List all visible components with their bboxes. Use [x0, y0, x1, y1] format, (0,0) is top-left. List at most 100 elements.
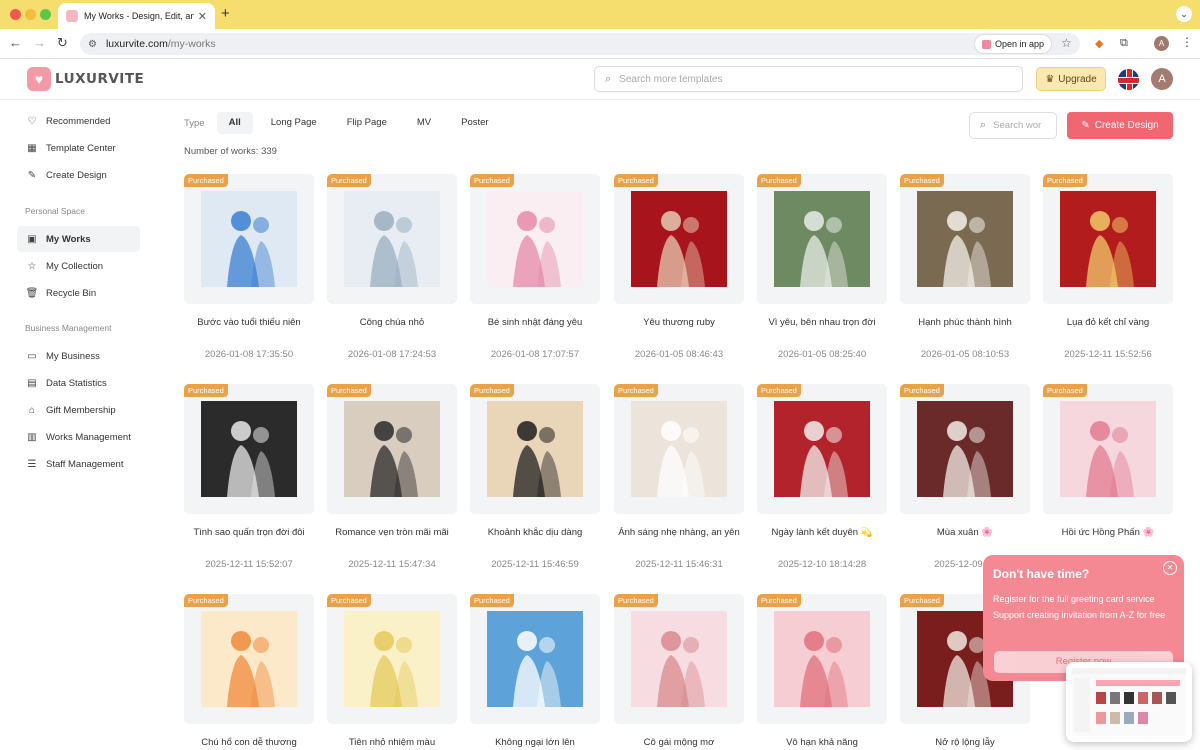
browser-tab-active[interactable]: My Works - Design, Edit, and ✕	[58, 3, 215, 29]
sidebar-item-my-collection[interactable]: ☆ My Collection	[17, 253, 140, 279]
sidebar-item-works-management[interactable]: ▥ Works Management	[17, 424, 140, 450]
work-thumbnail-frame[interactable]: Purchased	[327, 594, 457, 724]
work-thumbnail-frame[interactable]: Purchased	[184, 384, 314, 514]
work-title[interactable]: Công chúa nhỏ	[319, 317, 465, 328]
work-title[interactable]: Hạnh phúc thành hình	[892, 317, 1038, 328]
type-tab-flip-page[interactable]: Flip Page	[335, 112, 399, 134]
work-thumbnail-frame[interactable]: Purchased	[1043, 174, 1173, 304]
reload-icon[interactable]: ↻	[57, 35, 68, 51]
work-thumbnail-frame[interactable]: Purchased	[900, 384, 1030, 514]
sidebar-item-template-center[interactable]: ▦ Template Center	[17, 135, 140, 161]
close-window-button[interactable]	[10, 9, 21, 20]
work-thumbnail-frame[interactable]: Purchased	[327, 384, 457, 514]
template-search-input[interactable]: ⌕ Search more templates	[594, 66, 1023, 92]
work-thumbnail-frame[interactable]: Purchased	[614, 594, 744, 724]
type-tab-long-page[interactable]: Long Page	[259, 112, 329, 134]
work-card[interactable]: Purchased Hạnh phúc thành hình 2026-01-05 …	[900, 174, 1030, 360]
work-title[interactable]: Chú hổ con dễ thương	[176, 737, 322, 748]
work-thumbnail-frame[interactable]: Purchased	[470, 174, 600, 304]
work-card[interactable]: Purchased Tình sao quấn trọn đời đôi 2025-…	[184, 384, 314, 570]
work-card[interactable]: Purchased Hồi ức Hồng Phấn 🌸	[1043, 384, 1173, 538]
work-thumbnail-frame[interactable]: Purchased	[614, 384, 744, 514]
chevron-down-icon[interactable]: ⌄	[1176, 6, 1192, 22]
work-thumbnail-frame[interactable]: Purchased	[327, 174, 457, 304]
work-thumbnail-frame[interactable]: Purchased	[184, 594, 314, 724]
work-title[interactable]: Bước vào tuổi thiếu niên	[176, 317, 322, 328]
work-card[interactable]: Purchased Cô gái mộng mơ	[614, 594, 744, 748]
maximize-window-button[interactable]	[40, 9, 51, 20]
type-tab-mv[interactable]: MV	[405, 112, 443, 134]
work-card[interactable]: Purchased Vì yêu, bên nhau trọn đời 2026-0…	[757, 174, 887, 360]
minimize-window-button[interactable]	[25, 9, 36, 20]
work-title[interactable]: Vô hạn khả năng	[749, 737, 895, 748]
sidebar-item-staff-management[interactable]: ☰ Staff Management	[17, 451, 140, 477]
work-title[interactable]: Bé sinh nhật đáng yêu	[462, 317, 608, 328]
work-thumbnail-frame[interactable]: Purchased	[757, 594, 887, 724]
open-in-app-button[interactable]: Open in app	[975, 35, 1052, 53]
work-title[interactable]: Không ngại lớn lên	[462, 737, 608, 748]
work-title[interactable]: Romance vẹn tròn mãi mãi	[319, 527, 465, 538]
upgrade-button[interactable]: ♛ Upgrade	[1036, 67, 1106, 91]
work-card[interactable]: Purchased Lụa đỏ kết chỉ vàng 2025-12-11 1…	[1043, 174, 1173, 360]
user-avatar[interactable]: A	[1151, 68, 1173, 90]
work-card[interactable]: Purchased Bước vào tuổi thiếu niên 2026-01…	[184, 174, 314, 360]
back-arrow-icon[interactable]: ←	[9, 35, 22, 50]
sidebar-item-recycle-bin[interactable]: 🗑 Recycle Bin	[17, 280, 140, 306]
work-title[interactable]: Khoảnh khắc dịu dàng	[462, 527, 608, 538]
work-card[interactable]: Purchased Ngày lành kết duyên 💫 2025-12-10…	[757, 384, 887, 570]
work-card[interactable]: Purchased Công chúa nhỏ 2026-01-08 17:24:5…	[327, 174, 457, 360]
sidebar-item-my-works[interactable]: ▣ My Works	[17, 226, 140, 252]
work-title[interactable]: Nở rộ lộng lẫy	[892, 737, 1038, 748]
site-settings-icon[interactable]: ⚙	[88, 39, 97, 50]
sidebar-item-data-statistics[interactable]: ▤ Data Statistics	[17, 370, 140, 396]
sidebar-item-gift-membership[interactable]: ⌂ Gift Membership	[17, 397, 140, 423]
work-card[interactable]: Purchased Vô hạn khả năng	[757, 594, 887, 748]
sidebar-item-create-design[interactable]: ✎ Create Design	[17, 162, 140, 188]
work-thumbnail-frame[interactable]: Purchased	[470, 384, 600, 514]
work-card[interactable]: Purchased Chú hổ con dễ thương	[184, 594, 314, 748]
work-card[interactable]: Purchased Yêu thương ruby 2026-01-05 08:46…	[614, 174, 744, 360]
work-card[interactable]: Purchased Romance vẹn tròn mãi mãi 2025-12…	[327, 384, 457, 570]
extensions-puzzle-icon[interactable]: ⧉	[1120, 37, 1128, 50]
bookmark-star-icon[interactable]: ☆	[1061, 36, 1072, 50]
work-title[interactable]: Tình sao quấn trọn đời đôi	[176, 527, 322, 538]
work-title[interactable]: Lụa đỏ kết chỉ vàng	[1035, 317, 1181, 328]
work-title[interactable]: Ánh sáng nhẹ nhàng, an yên	[606, 527, 752, 538]
create-design-button[interactable]: ✎ Create Design	[1067, 112, 1173, 139]
browser-profile-avatar[interactable]: A	[1154, 36, 1169, 51]
forward-arrow-icon[interactable]: →	[33, 35, 46, 50]
work-card[interactable]: Purchased Không ngại lớn lên	[470, 594, 600, 748]
work-card[interactable]: Purchased Khoảnh khắc dịu dàng 2025-12-11 …	[470, 384, 600, 570]
work-title[interactable]: Ngày lành kết duyên 💫	[749, 527, 895, 538]
work-thumbnail-frame[interactable]: Purchased	[1043, 384, 1173, 514]
site-logo[interactable]: ♥ LUXURVITE	[27, 67, 144, 91]
work-thumbnail-frame[interactable]: Purchased	[614, 174, 744, 304]
extension-fox-icon[interactable]: ◆	[1095, 37, 1103, 50]
work-thumbnail-frame[interactable]: Purchased	[470, 594, 600, 724]
sidebar-item-my-business[interactable]: ▭ My Business	[17, 343, 140, 369]
type-tab-all[interactable]: All	[216, 112, 253, 134]
work-card[interactable]: Purchased Bé sinh nhật đáng yêu 2026-01-08…	[470, 174, 600, 360]
work-thumbnail-frame[interactable]: Purchased	[184, 174, 314, 304]
url-bar[interactable]: ⚙ luxurvite.com/my-works	[80, 33, 1080, 55]
works-search-input[interactable]: ⌕ Search wor	[969, 112, 1057, 139]
language-uk-flag-icon[interactable]	[1118, 69, 1139, 90]
sidebar-item-recommended[interactable]: ♡ Recommended	[17, 108, 140, 134]
work-title[interactable]: Yêu thương ruby	[606, 317, 752, 328]
work-thumbnail-frame[interactable]: Purchased	[757, 384, 887, 514]
type-tab-poster[interactable]: Poster	[449, 112, 500, 134]
new-tab-icon[interactable]: +	[221, 5, 230, 22]
work-title[interactable]: Tiên nhỏ nhiệm màu	[319, 737, 465, 748]
page-preview-thumbnail[interactable]	[1066, 662, 1192, 742]
close-tab-icon[interactable]: ✕	[198, 10, 207, 23]
work-title[interactable]: Mùa xuân 🌸	[892, 527, 1038, 538]
work-thumbnail-frame[interactable]: Purchased	[900, 174, 1030, 304]
work-title[interactable]: Cô gái mộng mơ	[606, 737, 752, 748]
work-card[interactable]: Purchased Tiên nhỏ nhiệm màu	[327, 594, 457, 748]
work-card[interactable]: Purchased Mùa xuân 🌸 2025-12-09 20	[900, 384, 1030, 570]
work-title[interactable]: Hồi ức Hồng Phấn 🌸	[1035, 527, 1181, 538]
work-thumbnail-frame[interactable]: Purchased	[757, 174, 887, 304]
close-icon[interactable]: ✕	[1163, 561, 1177, 575]
browser-menu-icon[interactable]: ⋮	[1181, 35, 1193, 49]
work-title[interactable]: Vì yêu, bên nhau trọn đời	[749, 317, 895, 328]
